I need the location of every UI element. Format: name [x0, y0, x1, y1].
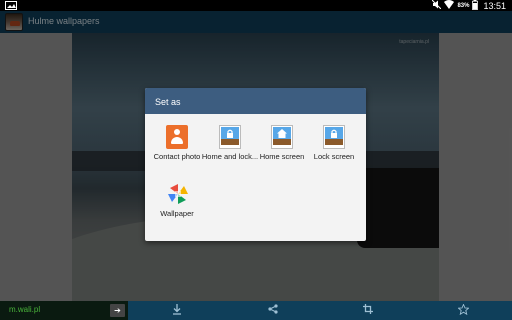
download-icon[interactable]	[170, 304, 184, 317]
option-contact-photo[interactable]: Contact photo	[147, 125, 207, 161]
option-label: Wallpaper	[160, 209, 194, 218]
crop-icon[interactable]	[361, 304, 375, 317]
home-screen-icon	[271, 125, 293, 149]
battery-percent: 83%	[457, 2, 470, 9]
mute-icon	[432, 0, 442, 11]
option-home-and-lock[interactable]: Home and lock...	[200, 125, 260, 161]
lock-screen-icon	[323, 125, 345, 149]
dialog-title: Set as	[145, 88, 366, 114]
battery-icon	[472, 0, 479, 12]
status-indicators: 83% 13:51	[432, 0, 506, 11]
option-label: Lock screen	[313, 152, 355, 161]
wifi-icon	[444, 0, 455, 11]
option-label: Home and lock...	[201, 152, 259, 161]
clock: 13:51	[483, 0, 506, 11]
option-label: Home screen	[259, 152, 305, 161]
option-label: Contact photo	[153, 152, 201, 161]
home-and-lock-icon	[219, 125, 241, 149]
option-lock-screen[interactable]: Lock screen	[304, 125, 364, 161]
ad-arrow-button[interactable]: ➔	[110, 304, 125, 317]
image-notification-icon	[5, 1, 17, 10]
contact-photo-icon	[166, 125, 188, 149]
ad-banner[interactable]: m.wali.pl ➔	[0, 301, 128, 320]
ad-text: m.wali.pl	[9, 305, 41, 314]
set-as-dialog: Set as Contact photo Home and lock... Ho	[145, 88, 366, 241]
favorite-star-icon[interactable]	[456, 303, 470, 317]
share-icon[interactable]	[266, 304, 280, 317]
option-wallpaper[interactable]: Wallpaper	[147, 182, 207, 218]
status-bar: 83% 13:51	[0, 0, 512, 11]
option-home-screen[interactable]: Home screen	[252, 125, 312, 161]
bottom-action-bar: m.wali.pl ➔	[0, 301, 512, 320]
wallpaper-gallery-icon	[166, 182, 188, 206]
